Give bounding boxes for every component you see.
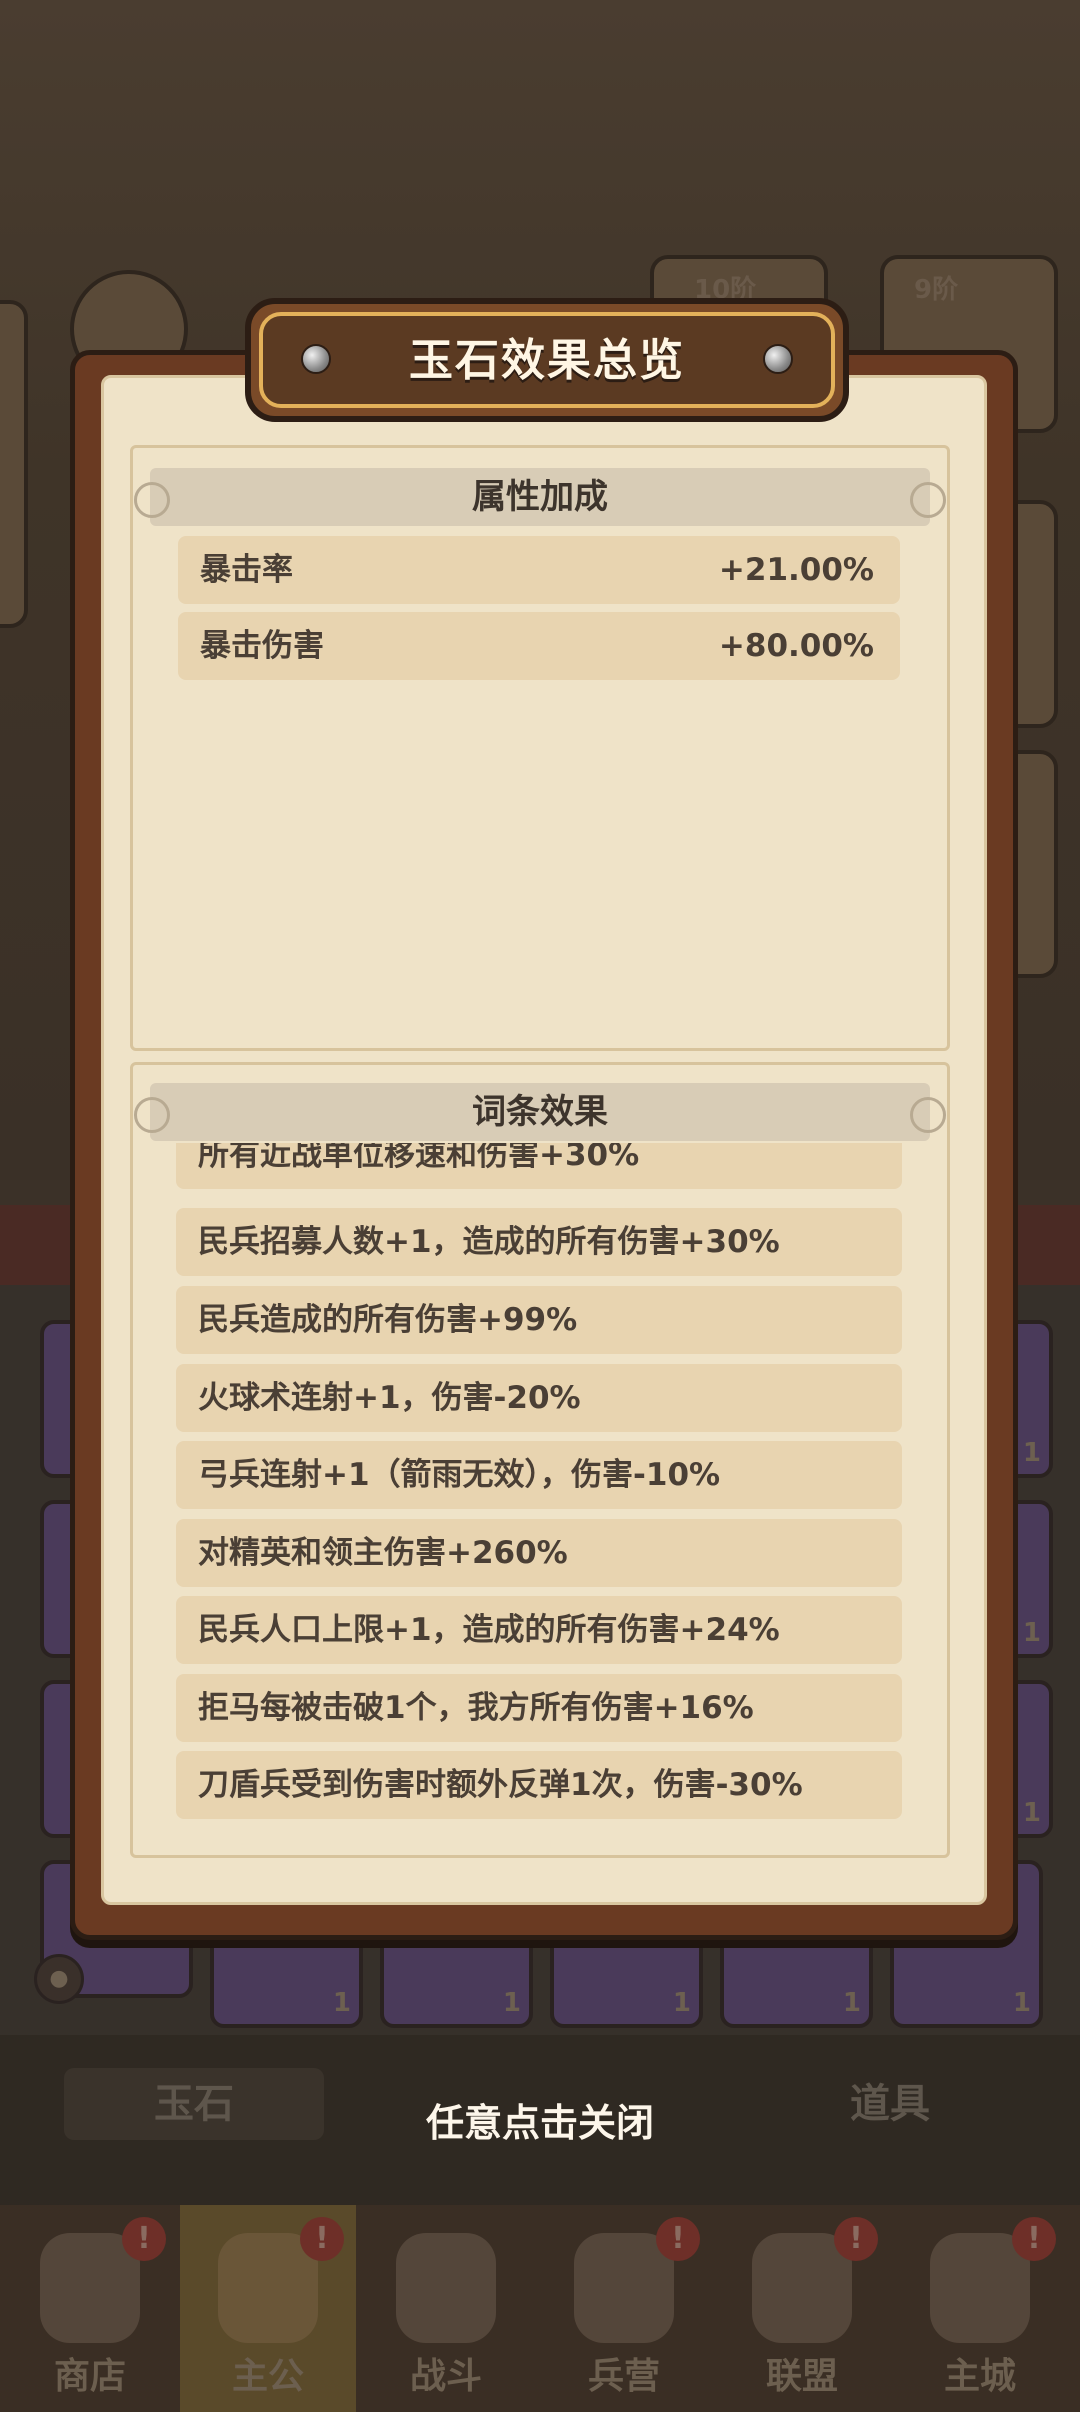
affix-row: 民兵造成的所有伤害+99%	[176, 1286, 902, 1354]
affix-text: 民兵造成的所有伤害+99%	[198, 1302, 578, 1338]
affix-text: 对精英和领主伤害+260%	[198, 1535, 568, 1571]
slot-count: 1	[332, 1988, 351, 2018]
background-card	[0, 300, 28, 628]
slot-count: 1	[1012, 1988, 1031, 2018]
alert-badge-icon: !	[300, 2217, 344, 2261]
slot-count: 1	[1022, 1798, 1041, 1828]
slot-count: 1	[502, 1988, 521, 2018]
nav-alliance: ! 联盟	[714, 2205, 890, 2412]
alert-badge-icon: !	[122, 2217, 166, 2261]
title-plate: 玉石效果总览	[245, 298, 849, 422]
affix-row: 民兵招募人数+1，造成的所有伤害+30%	[176, 1208, 902, 1276]
tier-badge: 9阶	[914, 275, 959, 305]
attributes-header: 属性加成	[134, 468, 946, 526]
nav-label: 战斗	[409, 2356, 482, 2397]
inventory-slot: 1	[720, 1930, 873, 2028]
attribute-row: 暴击率 +21.00%	[178, 536, 900, 604]
affix-row: 所有近战单位移速和伤害+30%	[176, 1143, 902, 1189]
affix-row: 拒马每被击破1个，我方所有伤害+16%	[176, 1674, 902, 1742]
nav-main-city: ! 主城	[892, 2205, 1068, 2412]
alert-badge-icon: !	[656, 2217, 700, 2261]
nav-lord: ! 主公	[180, 2205, 356, 2412]
affix-text: 拒马每被击破1个，我方所有伤害+16%	[198, 1690, 754, 1726]
nav-battle: 战斗	[358, 2205, 534, 2412]
nav-shop: ! 商店	[2, 2205, 178, 2412]
nav-barracks: ! 兵营	[536, 2205, 712, 2412]
inventory-slot: 1	[550, 1930, 703, 2028]
slot-count: 1	[1022, 1438, 1041, 1468]
nav-label: 联盟	[765, 2356, 838, 2397]
pig-icon: ●	[34, 1954, 84, 2004]
tap-anywhere-to-close[interactable]: 任意点击关闭	[0, 2092, 1080, 2147]
affix-text: 刀盾兵受到伤害时额外反弹1次，伤害-30%	[198, 1767, 803, 1803]
nav-label: 商店	[53, 2356, 126, 2397]
modal-title: 玉石效果总览	[409, 335, 685, 386]
attribute-name: 暴击伤害	[200, 628, 324, 664]
crossed-swords-icon	[396, 2233, 496, 2343]
attribute-row: 暴击伤害 +80.00%	[178, 612, 900, 680]
attribute-name: 暴击率	[200, 552, 293, 588]
attributes-section: 属性加成 暴击率 +21.00% 暴击伤害 +80.00%	[130, 468, 950, 1028]
affixes-list[interactable]: 所有近战单位移速和伤害+30% 民兵招募人数+1，造成的所有伤害+30% 民兵造…	[176, 1143, 916, 1823]
inventory-slot: 1	[380, 1930, 533, 2028]
alert-badge-icon: !	[1012, 2217, 1056, 2261]
affixes-section: 词条效果	[130, 1083, 950, 1143]
nav-label: 兵营	[587, 2356, 660, 2397]
affix-text: 弓兵连射+1（箭雨无效），伤害-10%	[198, 1457, 721, 1493]
affix-row: 刀盾兵受到伤害时额外反弹1次，伤害-30%	[176, 1751, 902, 1819]
slot-count: 1	[672, 1988, 691, 2018]
slot-count: 1	[842, 1988, 861, 2018]
affix-text: 火球术连射+1，伤害-20%	[198, 1380, 581, 1416]
attribute-value: +21.00%	[718, 552, 874, 588]
nav-label: 主公	[231, 2356, 304, 2397]
attribute-value: +80.00%	[718, 628, 874, 664]
affix-text: 所有近战单位移速和伤害+30%	[198, 1143, 640, 1173]
alert-badge-icon: !	[834, 2217, 878, 2261]
affix-text: 民兵招募人数+1，造成的所有伤害+30%	[198, 1224, 780, 1260]
affix-row: 弓兵连射+1（箭雨无效），伤害-10%	[176, 1441, 902, 1509]
affix-row: 对精英和领主伤害+260%	[176, 1519, 902, 1587]
affixes-header: 词条效果	[134, 1083, 946, 1141]
affix-text: 民兵人口上限+1，造成的所有伤害+24%	[198, 1612, 780, 1648]
nav-label: 主城	[943, 2356, 1016, 2397]
affix-row: 火球术连射+1，伤害-20%	[176, 1364, 902, 1432]
slot-count: 1	[1022, 1618, 1041, 1648]
affix-row: 民兵人口上限+1，造成的所有伤害+24%	[176, 1596, 902, 1664]
inventory-slot: 1	[210, 1930, 363, 2028]
